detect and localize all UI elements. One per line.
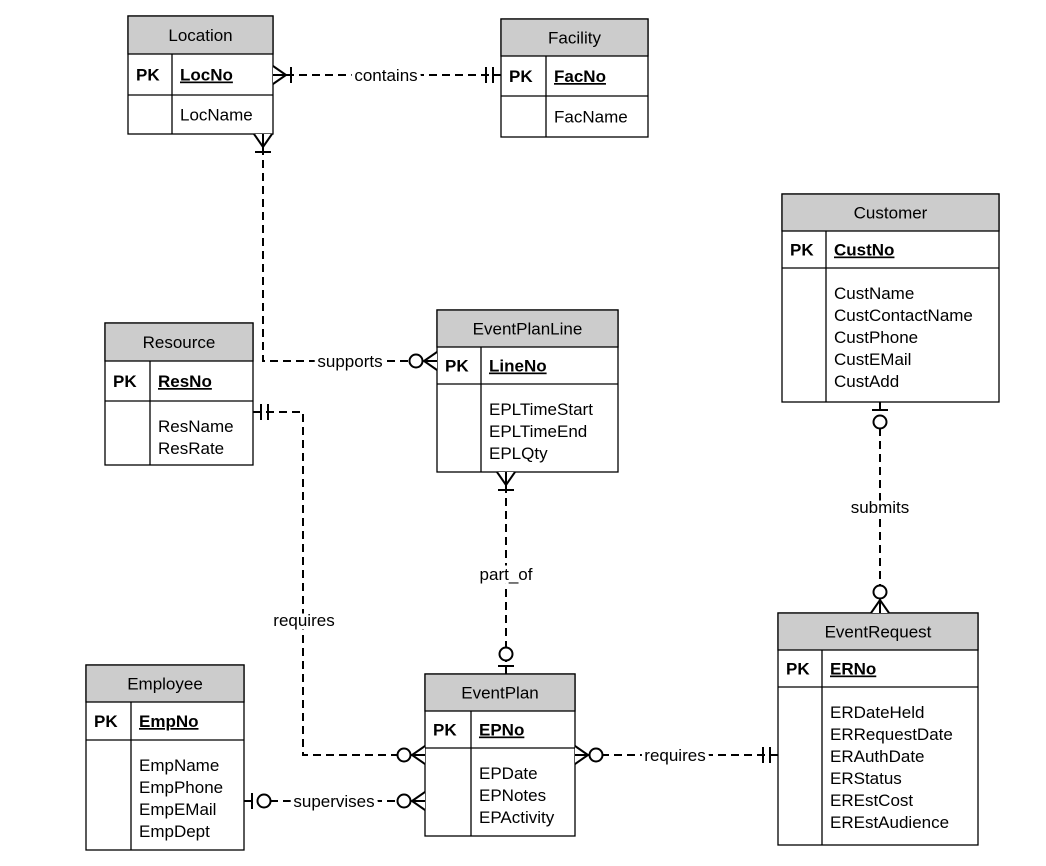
entity-name: Customer <box>854 204 928 223</box>
attribute: EmpName <box>139 756 219 775</box>
entity-name: EventPlan <box>461 684 539 703</box>
entity-eventplanline[interactable]: EventPlanLinePK LineNo EPLTimeStart EPLTime… <box>436 309 619 473</box>
crows-foot-zero-or-many-icon <box>408 351 438 371</box>
zero-or-one-icon <box>251 793 272 809</box>
entity-resource[interactable]: Resource PK ResNo ResName ResRate <box>104 322 254 466</box>
attribute: EmpDept <box>139 822 210 841</box>
entities-layer: LocationPK LocNoLocNameFacilityPK FacNoFac… <box>85 15 1000 851</box>
primary-key: CustNo <box>834 241 894 260</box>
relationship-label-supervises: supervises <box>293 792 374 811</box>
relationship-label-contains: contains <box>354 66 417 85</box>
er-diagram: LocationPK LocNoLocNameFacilityPK FacNoFac… <box>85 15 1000 851</box>
entity-eventrequest[interactable]: EventRequest PK ERNo ERDateHeld ERRequestDat… <box>777 612 979 846</box>
pk-label: PK <box>136 66 160 85</box>
relationship-label-submits: submits <box>851 498 910 517</box>
attribute: ResName <box>158 417 234 436</box>
relationship-line-requires <box>253 411 425 756</box>
attribute: LocName <box>180 106 253 125</box>
attribute: EPLTimeStart <box>489 400 593 419</box>
relationship-label-requires: requires <box>273 611 334 630</box>
crows-foot-zero-or-many-icon <box>396 745 426 765</box>
entity-employee[interactable]: Employee PK EmpNo EmpName EmpPhone EmpEMail Em… <box>85 664 245 851</box>
attribute: FacName <box>554 108 628 127</box>
attribute: EREstCost <box>830 791 913 810</box>
attribute: EPNotes <box>479 786 546 805</box>
entity-name: EventRequest <box>825 623 932 642</box>
primary-key: LocNo <box>180 66 233 85</box>
entity-name: Facility <box>548 29 601 48</box>
entity-name: Location <box>168 26 232 45</box>
primary-key: EmpNo <box>139 712 199 731</box>
primary-key: ResNo <box>158 372 212 391</box>
attribute: CustEMail <box>834 350 911 369</box>
attribute: EmpEMail <box>139 800 216 819</box>
primary-key: ERNo <box>830 660 876 679</box>
attribute: CustAdd <box>834 372 899 391</box>
zero-or-one-icon <box>498 646 514 667</box>
attribute: ResRate <box>158 439 224 458</box>
primary-key: FacNo <box>554 67 606 86</box>
attribute: EPLQty <box>489 444 548 463</box>
crows-foot-zero-or-many-icon <box>396 791 426 811</box>
attribute: CustName <box>834 284 914 303</box>
primary-key: LineNo <box>489 357 547 376</box>
pk-label: PK <box>113 372 137 391</box>
pk-label: PK <box>445 357 469 376</box>
pk-label: PK <box>94 712 118 731</box>
attribute: ERStatus <box>830 769 902 788</box>
relationship-label-supports: supports <box>317 352 382 371</box>
pk-label: PK <box>433 721 457 740</box>
attribute: EPActivity <box>479 808 555 827</box>
relationship-line-supports <box>262 134 437 362</box>
attribute: ERDateHeld <box>830 703 925 722</box>
attribute: CustContactName <box>834 306 973 325</box>
crows-foot-zero-or-many-icon <box>870 584 890 614</box>
attribute: ERRequestDate <box>830 725 953 744</box>
entity-customer[interactable]: Customer PK CustNo CustName CustContactName C… <box>781 193 1000 403</box>
attribute: EmpPhone <box>139 778 223 797</box>
attribute: EPLTimeEnd <box>489 422 587 441</box>
pk-label: PK <box>786 660 810 679</box>
entity-facility[interactable]: Facility PK FacNo FacName <box>500 18 649 138</box>
relationship-label-part_of: part_of <box>480 565 533 584</box>
entity-name: EventPlanLine <box>473 320 583 339</box>
attribute: EPDate <box>479 764 538 783</box>
attribute: CustPhone <box>834 328 918 347</box>
entity-location[interactable]: Location PK LocNo LocName <box>127 15 274 135</box>
pk-label: PK <box>509 67 533 86</box>
entity-eventplan[interactable]: EventPlanPK EPNo EPDate EPNotes EPActivity <box>424 673 576 837</box>
pk-label: PK <box>790 241 814 260</box>
entity-name: Employee <box>127 675 203 694</box>
relationship-label-requires: requires <box>644 746 705 765</box>
attribute: ERAuthDate <box>830 747 925 766</box>
crows-foot-zero-or-many-icon <box>574 745 604 765</box>
zero-or-one-icon <box>872 409 888 430</box>
attribute: EREstAudience <box>830 813 949 832</box>
entity-name: Resource <box>143 333 216 352</box>
primary-key: EPNo <box>479 721 524 740</box>
